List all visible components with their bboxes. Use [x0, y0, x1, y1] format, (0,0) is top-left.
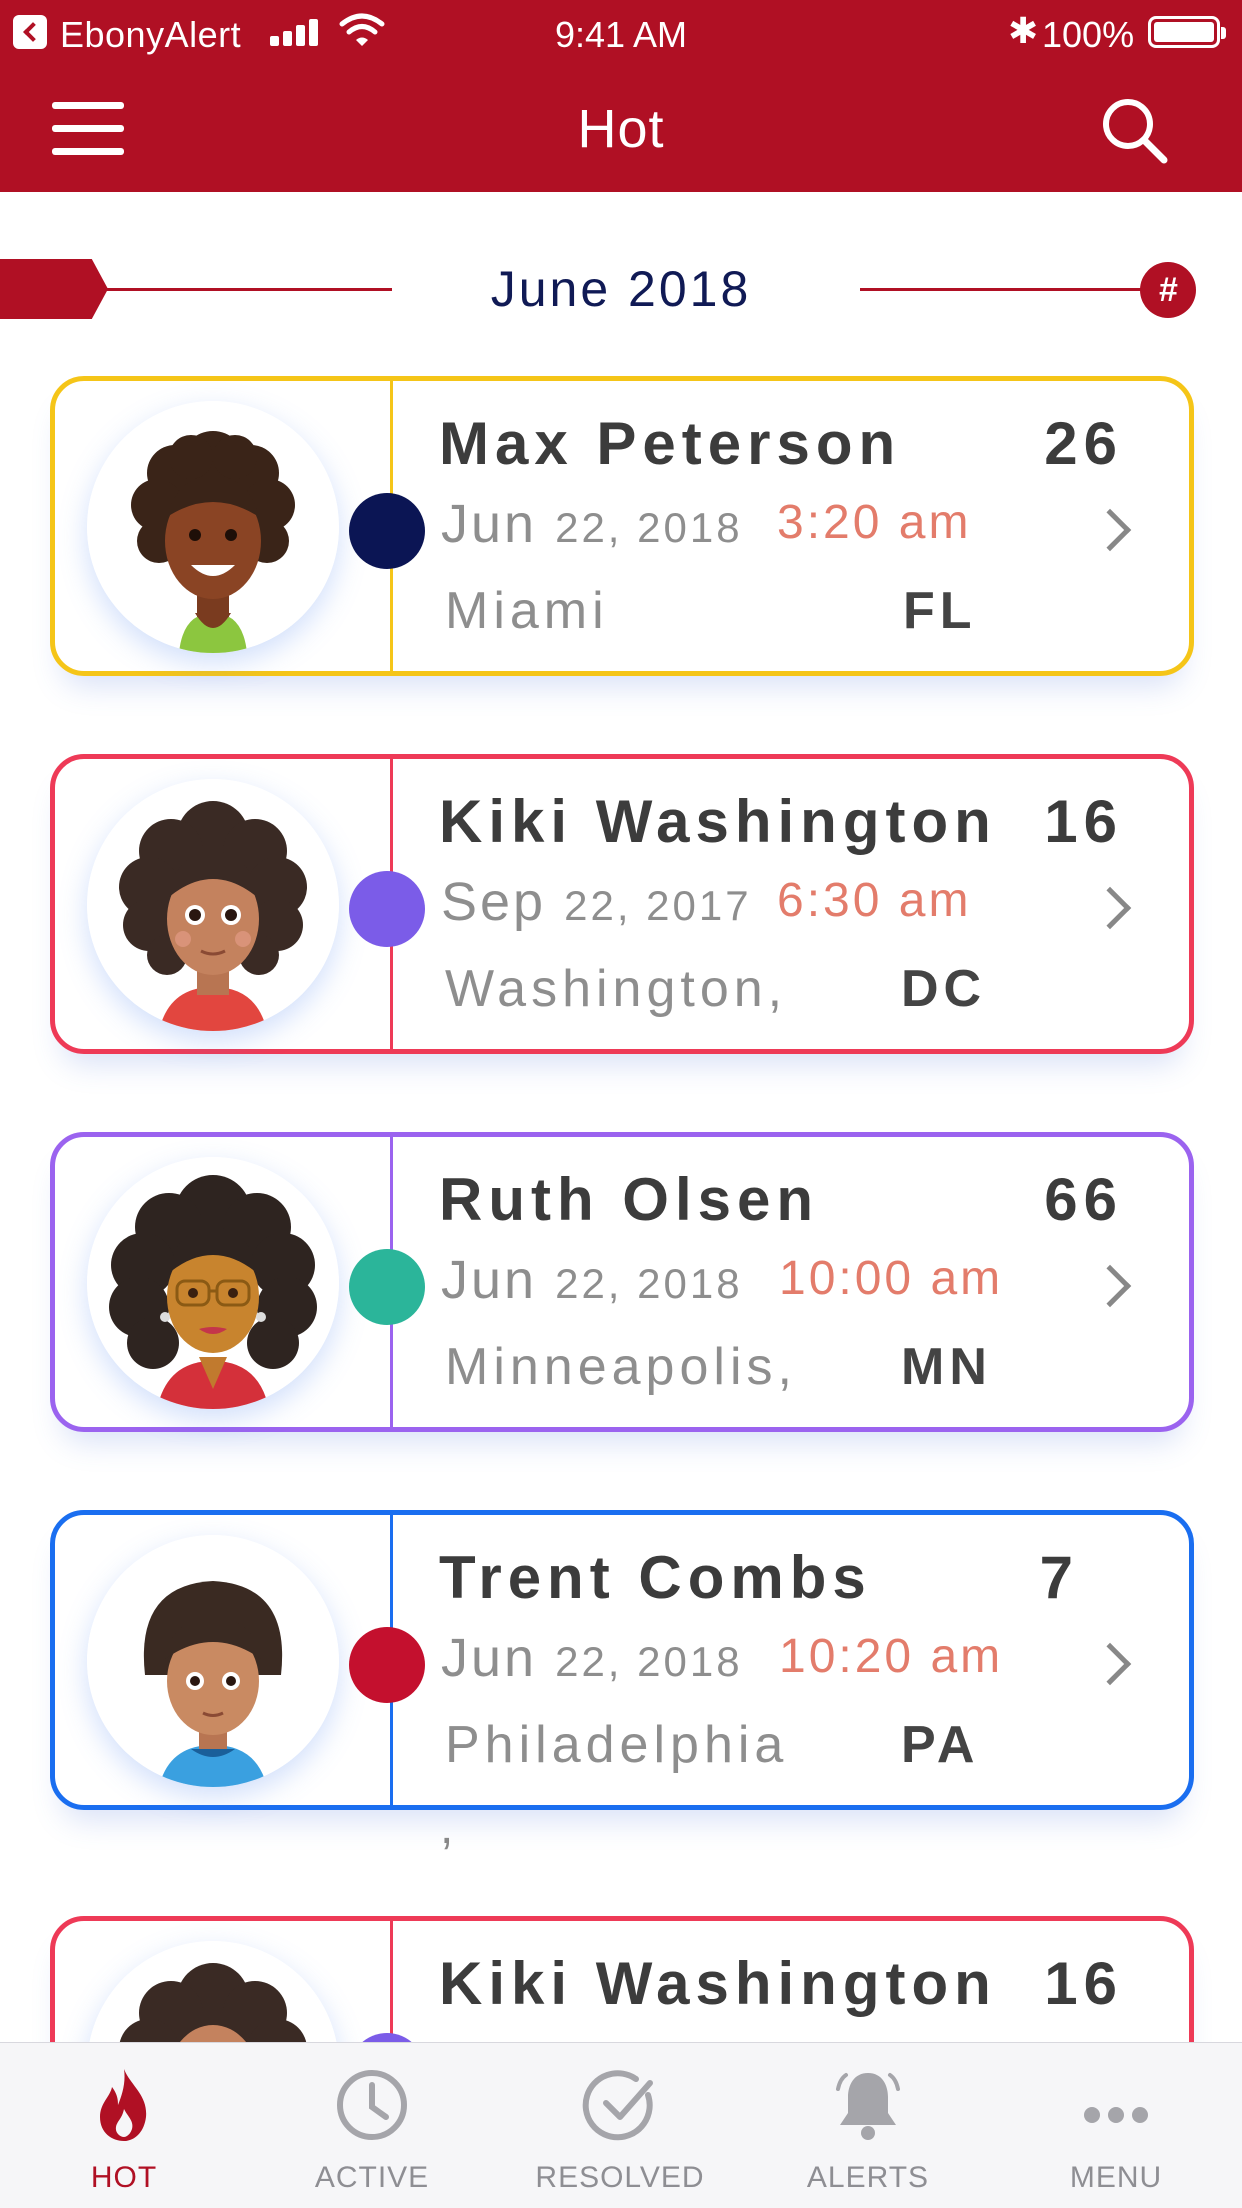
status-bar: EbonyAlert 9:41 AM ✱ 100% [0, 0, 1242, 66]
person-name: Kiki Washington [439, 788, 997, 855]
more-dots-icon [1084, 2107, 1148, 2123]
month-header: June 2018 # [0, 256, 1242, 322]
state: DC [901, 960, 987, 1018]
date-month: Sep [441, 872, 547, 932]
incident-time: 3:20 am [777, 496, 972, 549]
date-day-year: 22, 2018 [555, 504, 743, 551]
avatar [87, 779, 339, 1031]
person-age: 16 [1044, 788, 1123, 855]
top-bar: EbonyAlert 9:41 AM ✱ 100% Hot [0, 0, 1242, 192]
avatar [87, 1535, 339, 1787]
battery-icon [1148, 16, 1226, 48]
chevron-right-icon [1088, 1642, 1132, 1686]
case-card[interactable]: Kiki Washington 16 Sep 22, 2017 6:30 am … [50, 754, 1194, 1054]
tab-bar: HOT ACTIVE RESOLVED ALERTS MENU [0, 2042, 1242, 2208]
person-name: Kiki Washington [439, 1950, 997, 2017]
state: PA [901, 1716, 980, 1774]
incident-date: Jun 22, 2018 [441, 1627, 743, 1689]
status-dot [349, 493, 425, 569]
person-age: 26 [1044, 410, 1123, 477]
check-circle-icon [582, 2070, 653, 2141]
nav-bar: Hot [0, 66, 1242, 192]
tab-hot[interactable]: HOT [0, 2043, 248, 2208]
bluetooth-icon: ✱ [1008, 10, 1039, 51]
boy-avatar-icon [87, 401, 339, 653]
status-dot [349, 1249, 425, 1325]
status-dot [349, 871, 425, 947]
woman-avatar-icon [87, 1157, 339, 1409]
tab-label: ACTIVE [314, 2161, 430, 2194]
stray-text: , [440, 1801, 454, 1854]
case-card[interactable]: Ruth Olsen 66 Jun 22, 2018 10:00 am Minn… [50, 1132, 1194, 1432]
person-name: Max Peterson [439, 410, 902, 477]
incident-date: Jun 22, 2018 [441, 493, 743, 555]
incident-date: Sep 22, 2017 [441, 871, 752, 933]
incident-date: Jun 22, 2018 [441, 1249, 743, 1311]
case-card[interactable]: Trent Combs 7 Jun 22, 2018 10:20 am Phil… [50, 1510, 1194, 1810]
person-age: 16 [1044, 1950, 1123, 2017]
incident-time: 10:00 am [779, 1252, 1004, 1305]
hash-badge-button[interactable]: # [1140, 262, 1196, 318]
person-name: Trent Combs [439, 1544, 872, 1611]
state: FL [903, 582, 977, 640]
tab-label: MENU [1069, 2161, 1163, 2194]
tab-menu[interactable]: MENU [992, 2043, 1240, 2208]
chevron-right-icon [1088, 1264, 1132, 1308]
month-divider-right [860, 288, 1160, 291]
city: Philadelphia [445, 1716, 789, 1774]
tab-label: ALERTS [806, 2161, 930, 2194]
flame-icon [100, 2069, 147, 2141]
battery-percent: 100% [1042, 14, 1135, 55]
date-month: Jun [441, 494, 538, 554]
incident-time: 6:30 am [777, 874, 972, 927]
status-dot [349, 1627, 425, 1703]
case-card[interactable]: Max Peterson 26 Jun 22, 2018 3:20 am Mia… [50, 376, 1194, 676]
girl-avatar-icon [87, 779, 339, 1031]
state: MN [901, 1338, 992, 1396]
page-title: Hot [577, 99, 665, 159]
chevron-right-icon [1088, 508, 1132, 552]
person-age: 7 [1039, 1544, 1079, 1611]
city: Washington, [445, 960, 788, 1018]
tab-alerts[interactable]: ALERTS [744, 2043, 992, 2208]
date-month: Jun [441, 1628, 538, 1688]
chevron-right-icon [1088, 886, 1132, 930]
date-month: Jun [441, 1250, 538, 1310]
child-avatar-icon [87, 1535, 339, 1787]
date-day-year: 22, 2018 [555, 1260, 743, 1307]
search-icon[interactable] [1098, 94, 1170, 166]
city: Miami [445, 582, 609, 640]
tab-resolved[interactable]: RESOLVED [496, 2043, 744, 2208]
city: Minneapolis, [445, 1338, 797, 1396]
incident-time: 10:20 am [779, 1630, 1004, 1683]
tab-label: RESOLVED [535, 2161, 705, 2194]
person-name: Ruth Olsen [439, 1166, 820, 1233]
person-age: 66 [1044, 1166, 1123, 1233]
tab-label: HOT [90, 2161, 158, 2194]
bell-icon [836, 2073, 900, 2140]
avatar [87, 1157, 339, 1409]
tab-active[interactable]: ACTIVE [248, 2043, 496, 2208]
avatar [87, 401, 339, 653]
date-day-year: 22, 2018 [555, 1638, 743, 1685]
clock-icon [337, 2070, 407, 2140]
date-day-year: 22, 2017 [564, 882, 752, 929]
